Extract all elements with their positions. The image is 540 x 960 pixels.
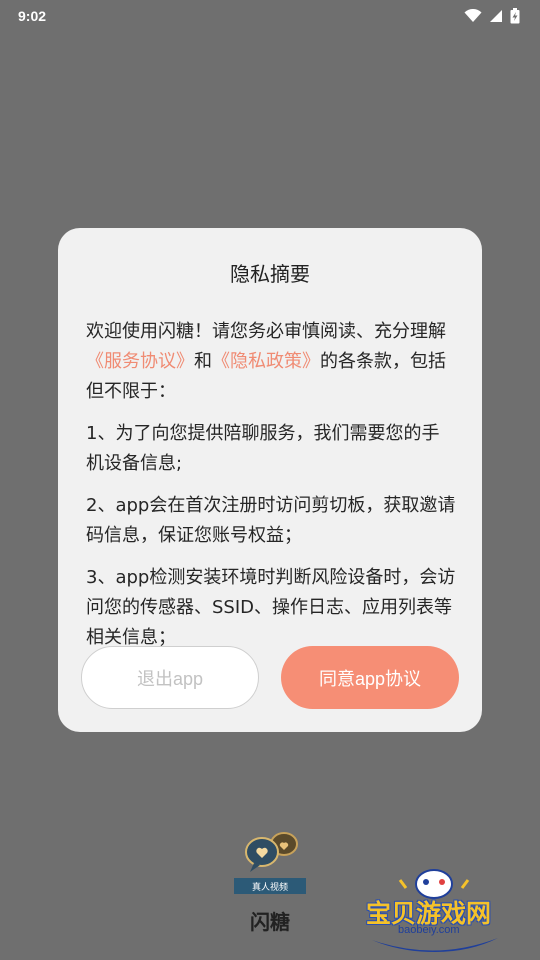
dialog-body: 欢迎使用闪糖！请您务必审慎阅读、充分理解《服务协议》和《隐私政策》的各条款，包括… — [86, 317, 456, 665]
intro-and: 和 — [194, 351, 212, 372]
logo-tag: 真人视频 — [252, 881, 288, 893]
policy-item-2: 2、app会在首次注册时访问剪切板，获取邀请码信息，保证您账号权益； — [86, 495, 456, 546]
privacy-dialog: 隐私摘要 欢迎使用闪糖！请您务必审慎阅读、充分理解《服务协议》和《隐私政策》的各… — [58, 228, 482, 732]
service-agreement-link[interactable]: 《服务协议》 — [86, 351, 194, 372]
cellular-signal-icon — [490, 10, 502, 22]
wifi-icon — [464, 9, 482, 22]
policy-item-1: 1、为了向您提供陪聊服务，我们需要您的手机设备信息; — [86, 423, 440, 474]
status-time: 9:02 — [18, 8, 47, 24]
exit-app-button[interactable]: 退出app — [81, 646, 259, 709]
watermark: 宝贝游戏网 baobeiy.com — [360, 862, 510, 954]
intro-paragraph: 欢迎使用闪糖！请您务必审慎阅读、充分理解《服务协议》和《隐私政策》的各条款，包括… — [86, 317, 456, 407]
agree-button[interactable]: 同意app协议 — [281, 646, 459, 709]
app-logo: 真人视频 — [234, 832, 306, 894]
dialog-title: 隐私摘要 — [230, 262, 310, 286]
status-icons — [464, 8, 520, 24]
watermark-url: baobeiy.com — [398, 924, 460, 936]
intro-prefix: 欢迎使用闪糖！请您务必审慎阅读、充分理解 — [86, 321, 446, 342]
battery-charging-icon — [510, 8, 520, 24]
chat-bubbles-icon — [245, 832, 298, 872]
status-bar: 9:02 — [0, 0, 540, 32]
policy-item-3: 3、app检测安装环境时判断风险设备时，会访问您的传感器、SSID、操作日志、应… — [86, 567, 456, 648]
privacy-policy-link[interactable]: 《隐私政策》 — [212, 351, 320, 372]
